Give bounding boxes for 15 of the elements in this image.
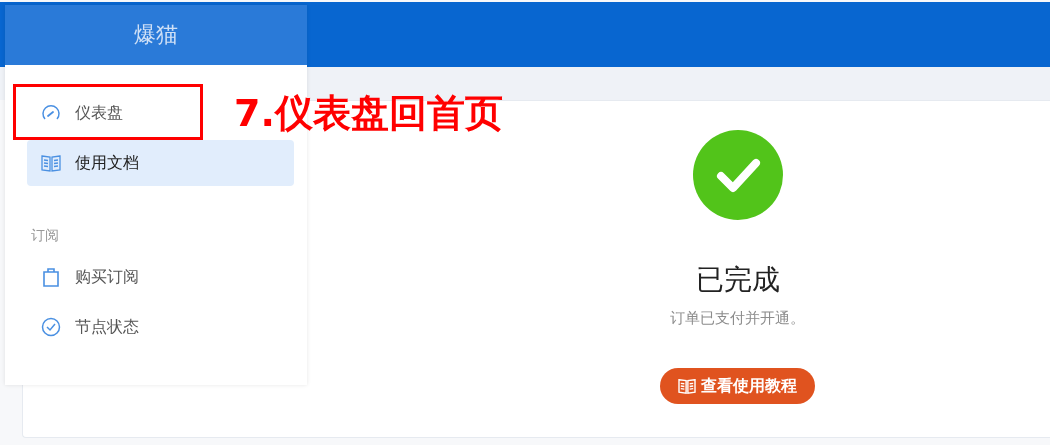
result-subtitle: 订单已支付并开通。	[670, 309, 805, 328]
book-icon	[678, 378, 696, 394]
annotation-text: 7.仪表盘回首页	[234, 90, 503, 137]
app-title: 爆猫	[134, 21, 178, 49]
menu-item[interactable]: 节点状态	[27, 304, 153, 350]
tutorial-button[interactable]: 查看使用教程	[660, 368, 815, 404]
menu-item[interactable]: 仪表盘	[27, 90, 137, 136]
menu-item[interactable]: 购买订阅	[27, 254, 153, 300]
section-label: 订阅	[30, 227, 60, 245]
menu-item[interactable]: 使用文档	[27, 140, 294, 186]
success-icon	[692, 130, 783, 220]
book-icon	[41, 154, 61, 172]
check-circle-icon	[41, 317, 61, 337]
shopping-bag-icon	[41, 267, 61, 287]
result-title: 已完成	[695, 262, 780, 298]
